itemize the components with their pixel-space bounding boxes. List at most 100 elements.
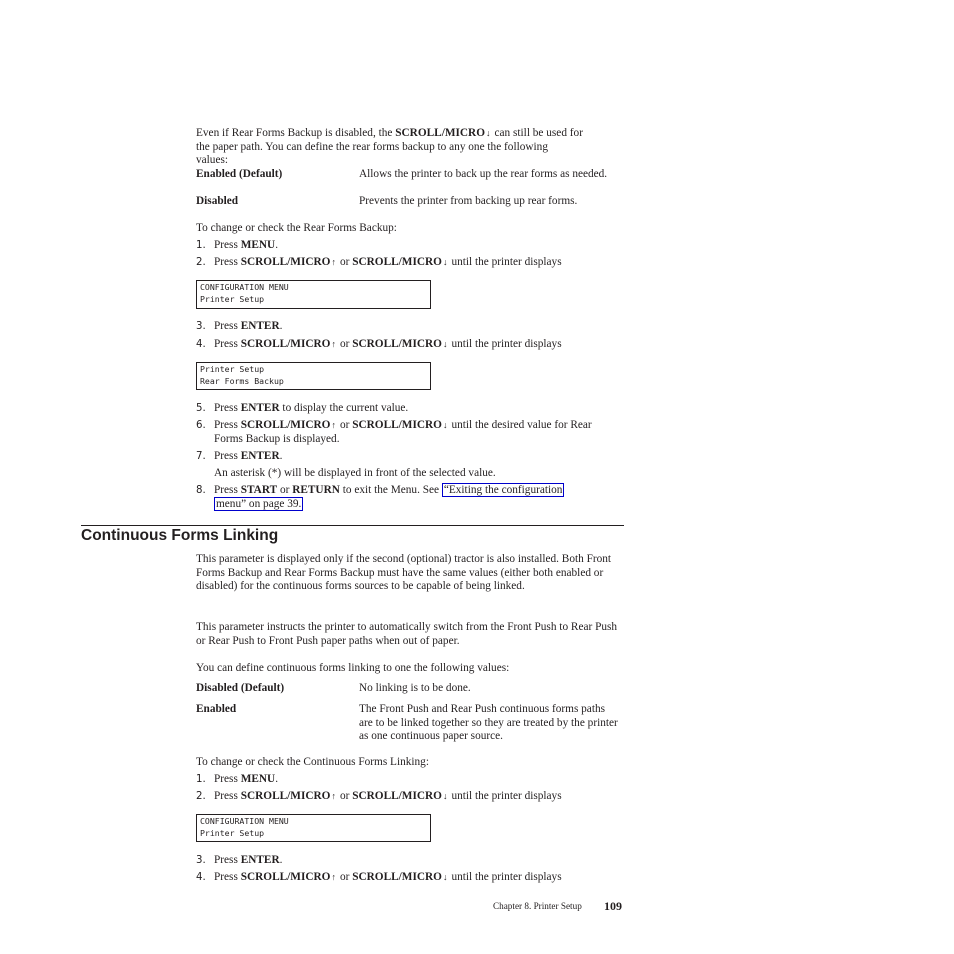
cross-reference-link[interactable]: “Exiting the configuration	[441, 483, 565, 497]
step-text-part: until the printer displays	[451, 790, 562, 802]
step-text-part: Press	[214, 871, 241, 883]
key-scroll-micro: SCROLL/MICRO	[395, 127, 485, 139]
key-scroll-micro: SCROLL/MICRO	[240, 338, 331, 350]
intro-text: the paper path. You can define the rear …	[196, 140, 548, 153]
step-text-part: Press	[214, 338, 241, 350]
arrow-down-icon: ↓	[442, 420, 448, 430]
step-text-part: Press	[214, 256, 241, 268]
lcd-line: Printer Setup	[200, 827, 265, 838]
section-paragraph: This parameter is displayed only if the …	[196, 553, 612, 593]
arrow-down-icon: ↓	[442, 872, 448, 882]
step-text: Press ENTER.	[214, 854, 626, 868]
key-enter: ENTER	[240, 402, 280, 414]
step-number: 1.	[196, 774, 206, 785]
lcd-line: Printer Setup	[200, 293, 265, 304]
step-text-part: or	[339, 338, 353, 350]
key-scroll-micro: SCROLL/MICRO	[352, 338, 442, 350]
intro-paragraph: Even if Rear Forms Backup is disabled, t…	[196, 127, 626, 168]
key-scroll-micro: SCROLL/MICRO	[352, 790, 442, 802]
arrow-down-icon: ↓	[442, 791, 448, 801]
step-number: 4.	[196, 339, 206, 350]
step-text: Press ENTER.	[214, 450, 626, 464]
step-text-part: or	[277, 484, 293, 496]
step-number: 8.	[196, 485, 206, 496]
section-heading: Continuous Forms Linking	[81, 527, 279, 544]
definition-row: Enabled (Default) Allows the printer to …	[196, 168, 626, 196]
key-scroll-micro: SCROLL/MICRO	[240, 419, 331, 431]
step-text-part: or	[339, 256, 353, 268]
step-text-part: Press	[214, 402, 241, 414]
section-divider	[81, 525, 624, 526]
key-scroll-micro: SCROLL/MICRO	[240, 871, 331, 883]
lcd-line: Rear Forms Backup	[200, 375, 284, 386]
step-number: 3.	[196, 321, 206, 332]
lcd-line: CONFIGURATION MENU	[200, 282, 289, 292]
lcd-line: Printer Setup	[200, 364, 265, 374]
running-footer: Chapter 8. Printer Setup	[493, 901, 582, 911]
document-page: Even if Rear Forms Backup is disabled, t…	[0, 0, 954, 954]
step-text-part: Press	[214, 419, 241, 431]
section-paragraph: You can define continuous forms linking …	[196, 662, 510, 674]
lcd-display: Printer Setup Rear Forms Backup	[196, 362, 431, 390]
lcd-display: CONFIGURATION MENU Printer Setup	[196, 280, 431, 309]
step-note-text: An asterisk (*) will be displayed in fro…	[214, 467, 496, 479]
step-text-part: or	[339, 419, 353, 431]
page-number: 109	[604, 899, 622, 913]
arrow-down-icon: ↓	[442, 339, 448, 349]
step-text-part: .	[279, 450, 283, 462]
cross-reference-link[interactable]: menu” on page 39.	[214, 496, 304, 511]
key-menu: MENU	[240, 239, 276, 251]
step-text-part: Press	[214, 854, 241, 866]
definition-desc: No linking is to be done.	[359, 682, 471, 694]
step-text-part: Press	[214, 484, 241, 496]
step-text-part: or	[339, 871, 353, 883]
step-text-part: Press	[214, 790, 241, 802]
arrow-up-icon: ↑	[331, 339, 336, 349]
step-text-part: .	[275, 773, 279, 785]
step-text: Press SCROLL/MICRO↑ or SCROLL/MICRO↓ until…	[214, 338, 626, 352]
key-scroll-micro: SCROLL/MICRO	[352, 256, 442, 268]
key-start: START	[240, 484, 278, 496]
definition-term: Enabled	[196, 703, 237, 715]
step-text: Press SCROLL/MICRO↑ or SCROLL/MICRO↓ until…	[214, 871, 626, 885]
step-number: 4.	[196, 872, 206, 883]
step-number: 2.	[196, 791, 206, 802]
definition-desc: Allows the printer to back up the rear f…	[359, 168, 608, 180]
step-number: 5.	[196, 403, 206, 414]
step-text: Press SCROLL/MICRO↑ or SCROLL/MICRO↓ until…	[214, 256, 626, 270]
step-text-part: or	[339, 790, 353, 802]
step-text-part: Forms Backup is displayed.	[214, 432, 340, 445]
key-scroll-micro: SCROLL/MICRO	[240, 256, 331, 268]
step-text-part: Press	[214, 239, 241, 251]
step-number: 2.	[196, 257, 206, 268]
intro-text: can still be used for	[494, 127, 583, 139]
arrow-up-icon: ↑	[331, 872, 336, 882]
arrow-up-icon: ↑	[331, 791, 336, 801]
step-number: 3.	[196, 855, 206, 866]
step-text: Press SCROLL/MICRO↑ or SCROLL/MICRO↓ until…	[214, 419, 626, 446]
definition-term: Enabled (Default)	[196, 168, 283, 180]
step-text: Press ENTER to display the current value…	[214, 402, 626, 416]
step-text-part: until the printer displays	[451, 871, 562, 883]
definition-desc: Prevents the printer from backing up rea…	[359, 195, 578, 207]
step-text-part: .	[279, 320, 283, 332]
definition-term: Disabled	[196, 195, 239, 207]
step-text: Press START or RETURN to exit the Menu. …	[214, 483, 626, 511]
arrow-down-icon: ↓	[486, 128, 491, 138]
intro-text: Even if Rear Forms Backup is disabled, t…	[196, 127, 396, 139]
step-number: 7.	[196, 451, 206, 462]
step-text-part: Press	[214, 773, 241, 785]
key-scroll-micro: SCROLL/MICRO	[352, 419, 442, 431]
step-text-part: .	[275, 239, 279, 251]
lcd-display: CONFIGURATION MENU Printer Setup	[196, 814, 431, 842]
key-menu: MENU	[240, 773, 276, 785]
intro-text: values:	[196, 154, 228, 167]
lcd-line: CONFIGURATION MENU	[200, 816, 289, 826]
step-text-part: until the printer displays	[451, 338, 562, 350]
procedure-intro: To change or check the Rear Forms Backup…	[196, 222, 397, 234]
key-scroll-micro: SCROLL/MICRO	[352, 871, 442, 883]
arrow-up-icon: ↑	[331, 257, 336, 267]
key-enter: ENTER	[240, 450, 280, 462]
step-text-part: Press	[214, 320, 241, 332]
step-text: Press MENU.	[214, 773, 626, 787]
